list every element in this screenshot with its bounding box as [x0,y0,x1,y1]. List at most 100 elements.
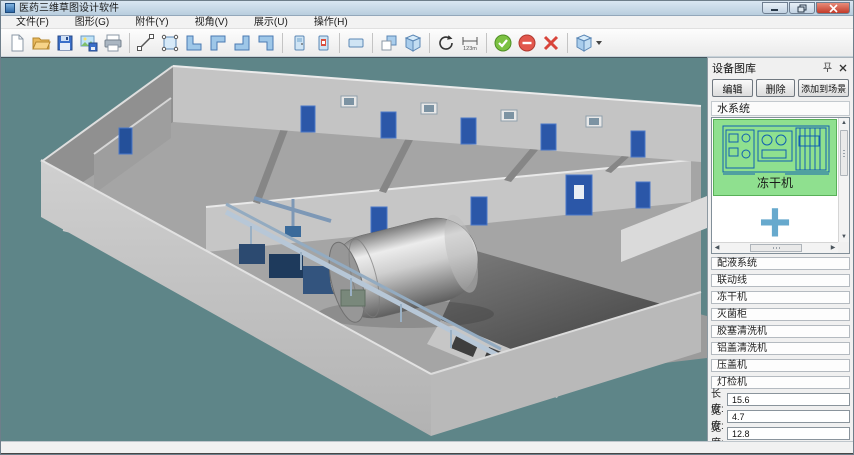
safety-door-button[interactable] [311,31,335,55]
gallery-item-label: 冻干机 [757,176,793,190]
width2-input[interactable] [727,427,850,440]
restore-button[interactable] [789,2,815,14]
control-box [341,290,365,306]
length-input[interactable] [727,393,850,406]
window-tool-icon [346,33,366,53]
door [636,182,650,208]
section-item-liquid-prep[interactable]: 配液系统 [711,257,850,270]
panel-title: 设备图库 [712,60,756,76]
pin-icon [823,62,832,73]
print-button[interactable] [101,31,125,55]
toolbar: 123m [1,29,854,57]
restore-icon [797,4,807,13]
panel-header: 设备图库 [708,58,853,77]
close-icon [829,4,838,13]
minimize-button[interactable] [762,2,788,14]
gallery-item-selected[interactable]: 冻干机 [713,119,837,196]
section-item-capping-machine[interactable]: 压盖机 [711,359,850,372]
section-item-freeze-dryer[interactable]: 冻干机 [711,291,850,304]
wall-corner-tl-button[interactable] [206,31,230,55]
wall-corner-br-icon [232,33,252,53]
line-tool-button[interactable] [134,31,158,55]
print-icon [103,33,123,53]
equipment-library-panel: 设备图库 编辑 删除 添加到场景 水系统 [707,57,853,441]
window-title: 医药三维草图设计软件 [19,1,119,16]
toolbar-separator [486,33,487,53]
dimension-fields: 长度: 宽度: 宽度: [708,393,853,440]
wall-corner-bl-button[interactable] [182,31,206,55]
section-item-sterilizer[interactable]: 灭菌柜 [711,308,850,321]
open-folder-button[interactable] [29,31,53,55]
select-rect-button[interactable] [158,31,182,55]
measure-icon: 123m [460,33,480,53]
3d-viewport[interactable] [1,57,707,441]
wall-corner-tl-icon [208,33,228,53]
door-button[interactable] [287,31,311,55]
wall-corner-tr-icon [256,33,276,53]
scrollbar-thumb[interactable] [840,130,848,176]
scrollbar-thumb[interactable] [750,244,802,252]
door [119,128,132,154]
gallery-vertical-scrollbar[interactable]: ▲ ▼ [838,118,849,242]
confirm-icon [493,33,513,53]
close-button[interactable] [816,2,850,14]
section-item-stopper-washer[interactable]: 胶塞清洗机 [711,325,850,338]
menu-item-graphics[interactable]: 图形(G) [66,16,118,29]
cad-drawing [715,122,835,178]
minimize-icon [770,4,780,12]
door [471,197,487,225]
section-item-linkage-line[interactable]: 联动线 [711,274,850,287]
remove-icon [517,33,537,53]
edit-button[interactable]: 编辑 [712,79,753,97]
gallery-horizontal-scrollbar[interactable]: ◀ ▶ [712,242,838,253]
wall-corner-br-button[interactable] [230,31,254,55]
app-window: 医药三维草图设计软件 文件(F) 图形(G) 附件(Y) 视角(V) 展示(U)… [0,0,854,455]
window-tool-button[interactable] [344,31,368,55]
pin-button[interactable] [821,61,834,74]
add-to-scene-button[interactable]: 添加到场景 [798,79,849,97]
overlap-squares-icon [379,33,399,53]
measure-button[interactable]: 123m [458,31,482,55]
menu-item-file[interactable]: 文件(F) [7,16,58,29]
export-image-button[interactable] [77,31,101,55]
new-file-button[interactable] [5,31,29,55]
menu-item-operation[interactable]: 操作(H) [305,16,357,29]
scroll-up-arrow-icon[interactable]: ▲ [839,118,849,128]
close-icon [839,64,847,72]
section-item-light-inspector[interactable]: 灯检机 [711,376,850,389]
delete-button[interactable] [539,31,563,55]
panel-close-button[interactable] [836,61,849,74]
width-input[interactable] [727,410,850,423]
rotate-button[interactable] [434,31,458,55]
toolbar-separator [372,33,373,53]
cube-button[interactable] [401,31,425,55]
section-item-cap-washer[interactable]: 铝盖清洗机 [711,342,850,355]
menu-item-display[interactable]: 展示(U) [245,16,297,29]
cube-icon [403,33,423,53]
save-button[interactable] [53,31,77,55]
overlap-squares-button[interactable] [377,31,401,55]
toolbar-separator [339,33,340,53]
save-icon [55,33,75,53]
view-cube-dropdown-button[interactable] [572,31,604,55]
category-header-water-system[interactable]: 水系统 [711,101,850,116]
menu-item-attachments[interactable]: 附件(Y) [126,16,177,29]
chevron-down-icon [596,41,602,45]
wall-corner-tr-button[interactable] [254,31,278,55]
menu-item-view-angle[interactable]: 视角(V) [186,16,237,29]
confirm-button[interactable] [491,31,515,55]
main-area: 设备图库 编辑 删除 添加到场景 水系统 [1,57,854,441]
scroll-left-arrow-icon[interactable]: ◀ [712,243,722,254]
delete-item-button[interactable]: 删除 [756,79,795,97]
scroll-right-arrow-icon[interactable]: ▶ [828,243,838,254]
select-rect-icon [160,33,180,53]
scroll-down-arrow-icon[interactable]: ▼ [839,232,849,242]
line-tool-icon [136,33,156,53]
view-cube-icon [574,33,594,53]
toolbar-separator [567,33,568,53]
title-bar: 医药三维草图设计软件 [1,1,854,16]
equipment-gallery: 冻干机 + ▲ ▼ ◀ ▶ [711,117,850,254]
bottom-strip [1,441,854,455]
remove-button[interactable] [515,31,539,55]
safety-door-icon [313,33,333,53]
